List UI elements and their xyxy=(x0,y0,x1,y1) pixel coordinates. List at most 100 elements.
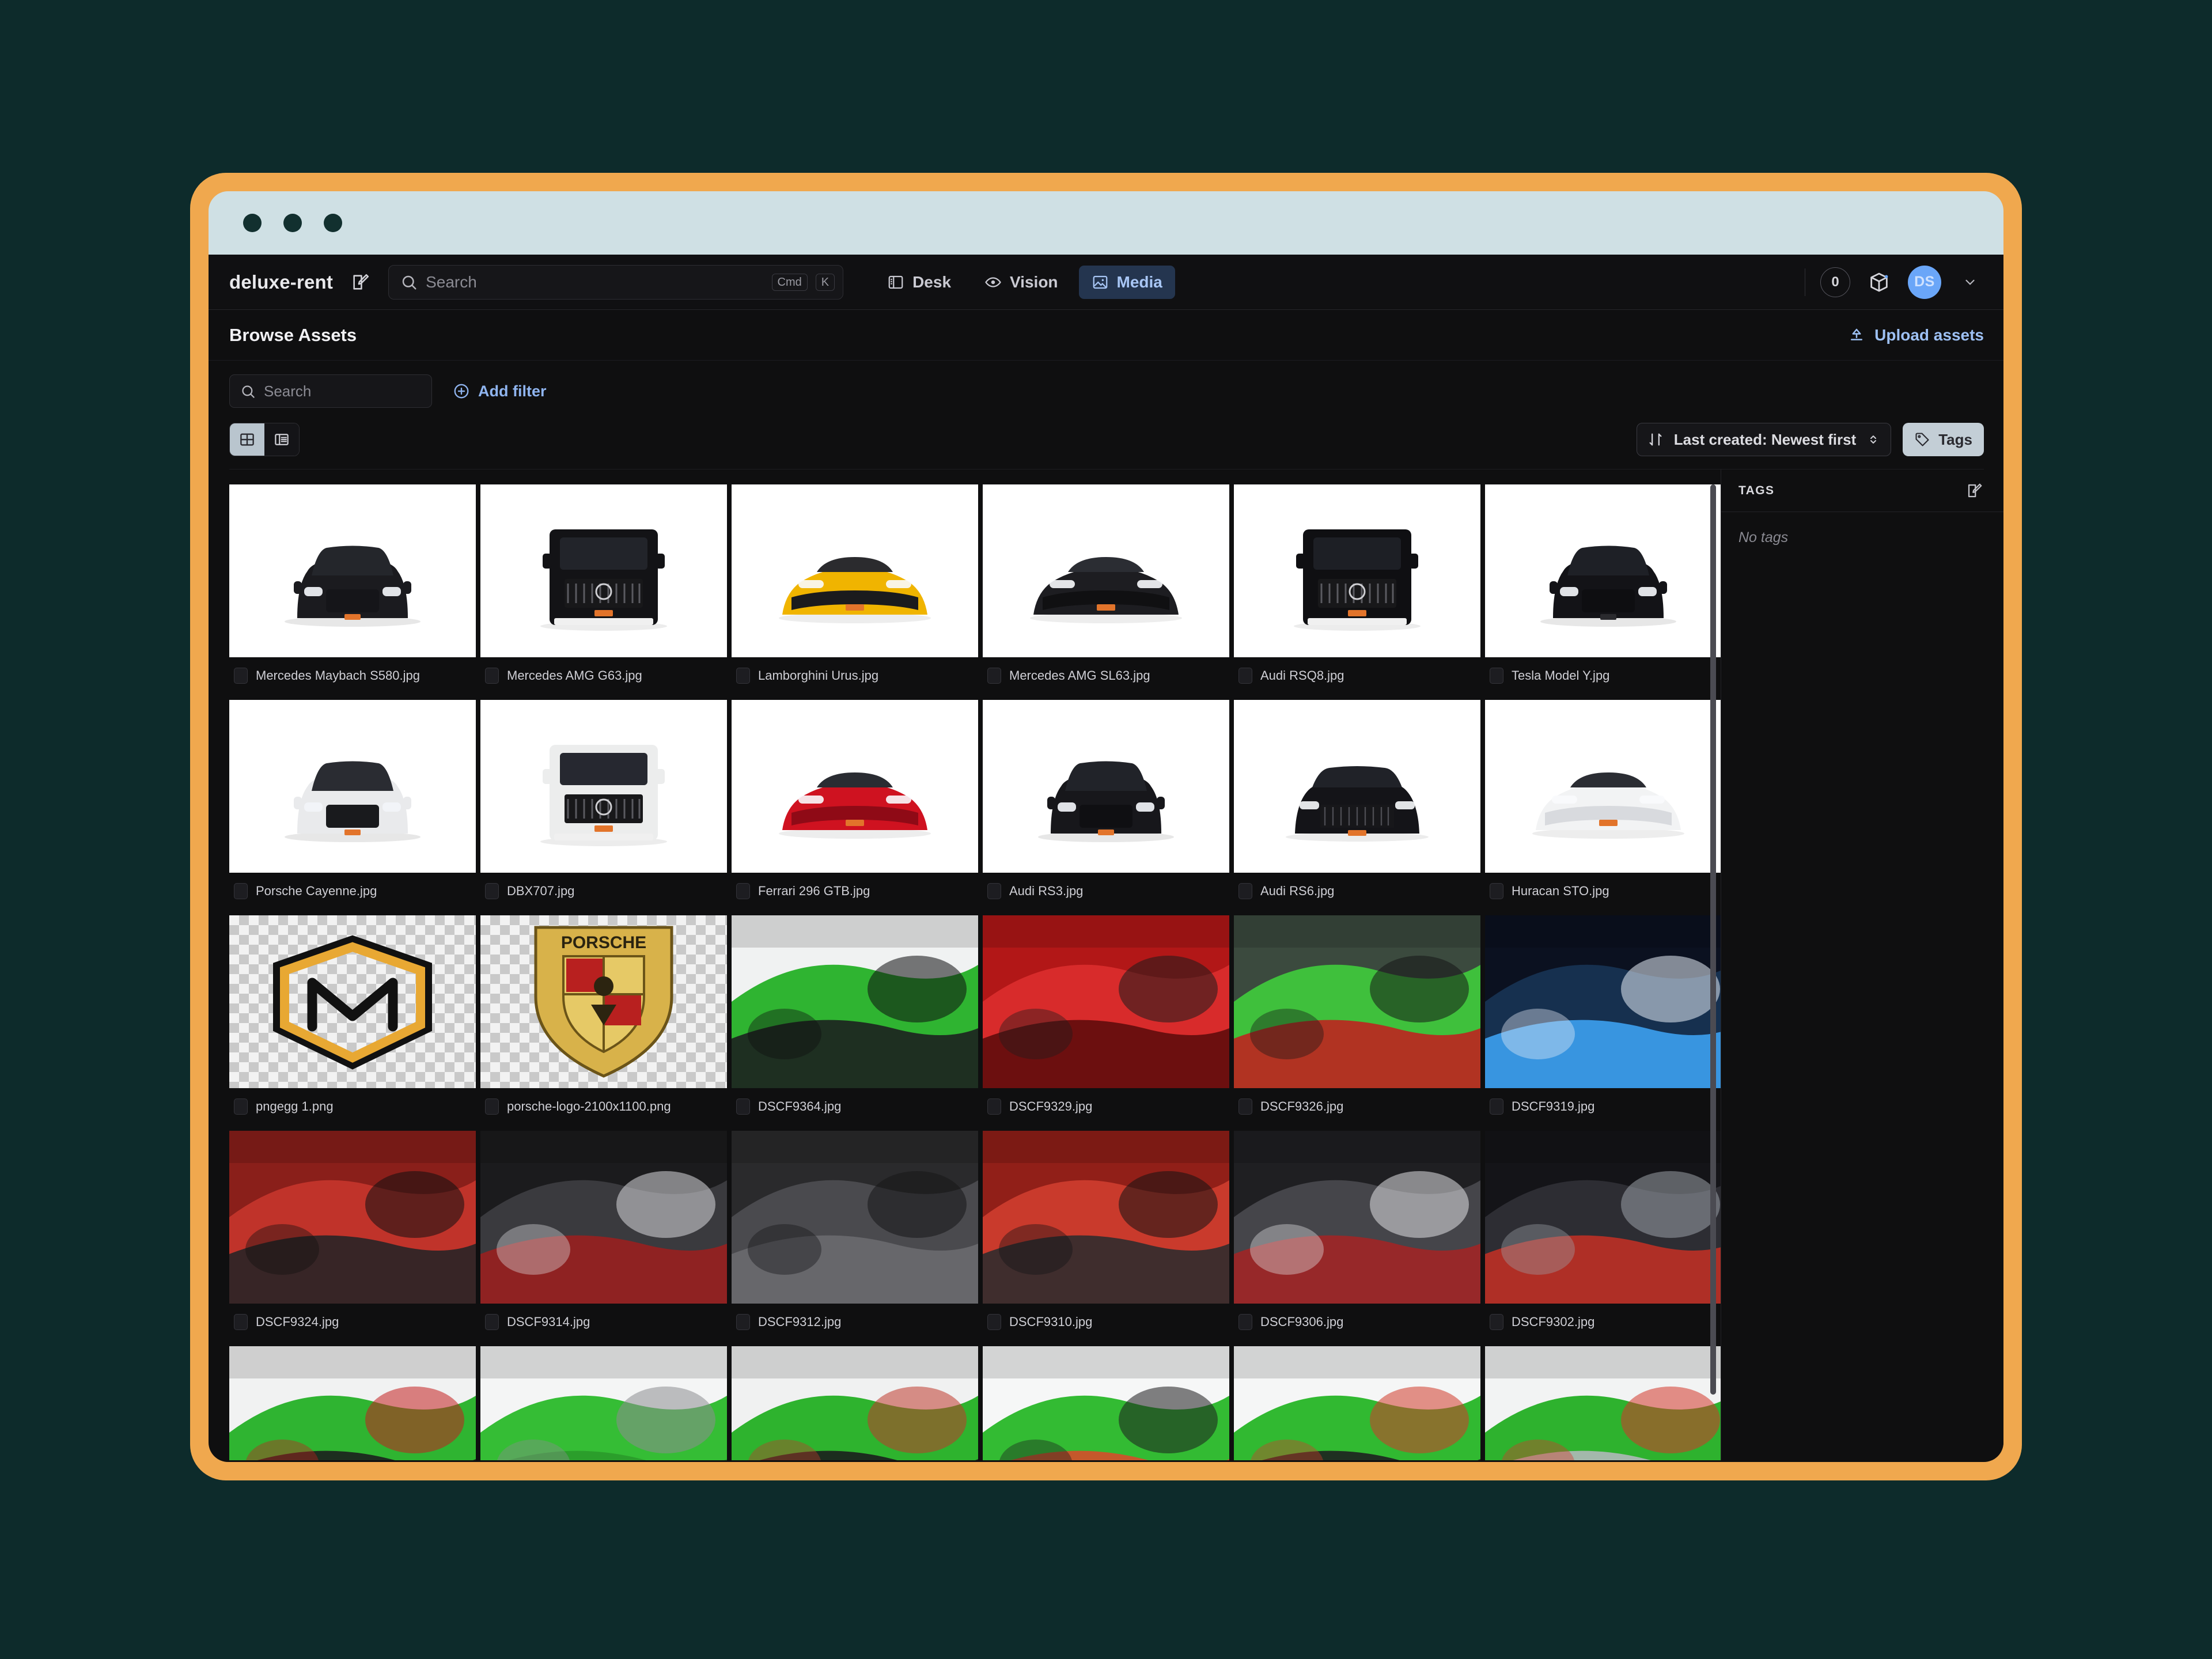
asset-card[interactable]: DSCF9319.jpg xyxy=(1485,915,1721,1126)
asset-card[interactable]: DSCF9302.jpg xyxy=(1485,1131,1721,1342)
asset-thumbnail[interactable] xyxy=(229,915,476,1088)
asset-card[interactable]: DSCF9324.jpg xyxy=(229,1131,476,1342)
asset-thumbnail[interactable] xyxy=(983,915,1229,1088)
asset-thumbnail[interactable] xyxy=(480,1131,727,1304)
asset-thumbnail[interactable] xyxy=(983,484,1229,657)
asset-thumbnail[interactable] xyxy=(1485,484,1721,657)
traffic-light-minimize[interactable] xyxy=(283,214,302,232)
asset-card[interactable]: DSCF9306.jpg xyxy=(1234,1131,1480,1342)
asset-card[interactable]: DSCF9364.jpg xyxy=(732,915,978,1126)
tab-vision[interactable]: Vision xyxy=(972,266,1071,299)
asset-card[interactable]: Audi RSQ8.jpg xyxy=(1234,484,1480,695)
asset-select-checkbox[interactable] xyxy=(1238,1099,1252,1115)
chevron-down-icon[interactable] xyxy=(1956,268,1984,296)
global-search-input[interactable]: Search Cmd K xyxy=(388,264,844,300)
asset-card[interactable]: DBX707.jpg xyxy=(480,700,727,911)
asset-card[interactable]: Lamborghini Urus.jpg xyxy=(732,484,978,695)
asset-select-checkbox[interactable] xyxy=(1490,883,1503,899)
asset-select-checkbox[interactable] xyxy=(1490,1099,1503,1115)
asset-select-checkbox[interactable] xyxy=(1238,668,1252,684)
asset-card[interactable]: PORSCHE porsche-logo-2100x1100.png xyxy=(480,915,727,1126)
asset-card[interactable]: DSCF9312.jpg xyxy=(732,1131,978,1342)
asset-thumbnail[interactable] xyxy=(1234,700,1480,873)
status-badge[interactable]: 0 xyxy=(1820,267,1850,297)
asset-thumbnail[interactable] xyxy=(983,700,1229,873)
asset-thumbnail[interactable] xyxy=(1234,1131,1480,1304)
tab-desk[interactable]: Desk xyxy=(874,266,964,299)
edit-square-icon[interactable] xyxy=(1961,477,1988,505)
asset-select-checkbox[interactable] xyxy=(1490,1314,1503,1330)
sort-select[interactable]: Last created: Newest first xyxy=(1636,423,1892,456)
asset-thumbnail[interactable]: PORSCHE xyxy=(480,915,727,1088)
asset-thumbnail[interactable] xyxy=(732,1346,978,1460)
asset-card[interactable]: DSCF9329.jpg xyxy=(983,915,1229,1126)
asset-card[interactable]: DSCF9326.jpg xyxy=(1234,915,1480,1126)
asset-card[interactable] xyxy=(732,1346,978,1460)
asset-thumbnail[interactable] xyxy=(1485,915,1721,1088)
asset-select-checkbox[interactable] xyxy=(1238,883,1252,899)
asset-thumbnail[interactable] xyxy=(229,700,476,873)
traffic-light-close[interactable] xyxy=(243,214,262,232)
asset-thumbnail[interactable] xyxy=(732,700,978,873)
asset-card[interactable]: Mercedes Maybach S580.jpg xyxy=(229,484,476,695)
asset-select-checkbox[interactable] xyxy=(234,668,248,684)
asset-select-checkbox[interactable] xyxy=(987,883,1001,899)
asset-select-checkbox[interactable] xyxy=(736,668,750,684)
asset-select-checkbox[interactable] xyxy=(987,1099,1001,1115)
workspace-name[interactable]: deluxe-rent xyxy=(229,271,333,293)
asset-select-checkbox[interactable] xyxy=(736,883,750,899)
asset-card[interactable] xyxy=(983,1346,1229,1460)
asset-select-checkbox[interactable] xyxy=(987,1314,1001,1330)
asset-thumbnail[interactable] xyxy=(229,1131,476,1304)
tab-media[interactable]: Media xyxy=(1078,265,1175,299)
asset-card[interactable]: pngegg 1.png xyxy=(229,915,476,1126)
asset-card[interactable] xyxy=(1234,1346,1480,1460)
asset-select-checkbox[interactable] xyxy=(234,1314,248,1330)
asset-select-checkbox[interactable] xyxy=(736,1099,750,1115)
asset-select-checkbox[interactable] xyxy=(234,1099,248,1115)
asset-card[interactable]: DSCF9310.jpg xyxy=(983,1131,1229,1342)
asset-thumbnail[interactable] xyxy=(1485,700,1721,873)
package-icon[interactable] xyxy=(1865,268,1893,296)
asset-thumbnail[interactable] xyxy=(1234,1346,1480,1460)
asset-card[interactable]: Tesla Model Y.jpg xyxy=(1485,484,1721,695)
asset-card[interactable] xyxy=(229,1346,476,1460)
asset-card[interactable]: Porsche Cayenne.jpg xyxy=(229,700,476,911)
asset-select-checkbox[interactable] xyxy=(234,883,248,899)
asset-select-checkbox[interactable] xyxy=(1490,668,1503,684)
avatar[interactable]: DS xyxy=(1908,265,1941,299)
asset-thumbnail[interactable] xyxy=(1234,484,1480,657)
asset-select-checkbox[interactable] xyxy=(485,668,499,684)
asset-thumbnail[interactable] xyxy=(1485,1346,1721,1460)
tags-toggle-button[interactable]: Tags xyxy=(1903,423,1984,456)
asset-card[interactable]: Huracan STO.jpg xyxy=(1485,700,1721,911)
asset-thumbnail[interactable] xyxy=(732,915,978,1088)
asset-card[interactable]: Audi RS3.jpg xyxy=(983,700,1229,911)
asset-thumbnail[interactable] xyxy=(229,484,476,657)
asset-card[interactable]: Mercedes AMG G63.jpg xyxy=(480,484,727,695)
asset-select-checkbox[interactable] xyxy=(485,883,499,899)
asset-thumbnail[interactable] xyxy=(480,700,727,873)
add-filter-button[interactable]: Add filter xyxy=(453,382,547,400)
traffic-light-maximize[interactable] xyxy=(324,214,342,232)
asset-select-checkbox[interactable] xyxy=(1238,1314,1252,1330)
edit-square-icon[interactable] xyxy=(347,268,374,296)
asset-card[interactable]: DSCF9314.jpg xyxy=(480,1131,727,1342)
asset-thumbnail[interactable] xyxy=(732,1131,978,1304)
asset-select-checkbox[interactable] xyxy=(485,1099,499,1115)
asset-card[interactable] xyxy=(1485,1346,1721,1460)
view-mode-list[interactable] xyxy=(264,423,299,456)
asset-card[interactable]: Mercedes AMG SL63.jpg xyxy=(983,484,1229,695)
assets-grid-pane[interactable]: Mercedes Maybach S580.jpg Mercedes AMG G… xyxy=(209,469,1721,1460)
view-mode-grid[interactable] xyxy=(230,423,264,456)
asset-thumbnail[interactable] xyxy=(1485,1131,1721,1304)
asset-thumbnail[interactable] xyxy=(229,1346,476,1460)
asset-card[interactable]: Ferrari 296 GTB.jpg xyxy=(732,700,978,911)
asset-select-checkbox[interactable] xyxy=(485,1314,499,1330)
asset-thumbnail[interactable] xyxy=(983,1131,1229,1304)
asset-thumbnail[interactable] xyxy=(1234,915,1480,1088)
search-input[interactable]: Search xyxy=(229,374,432,408)
asset-thumbnail[interactable] xyxy=(480,484,727,657)
asset-thumbnail[interactable] xyxy=(480,1346,727,1460)
asset-select-checkbox[interactable] xyxy=(987,668,1001,684)
